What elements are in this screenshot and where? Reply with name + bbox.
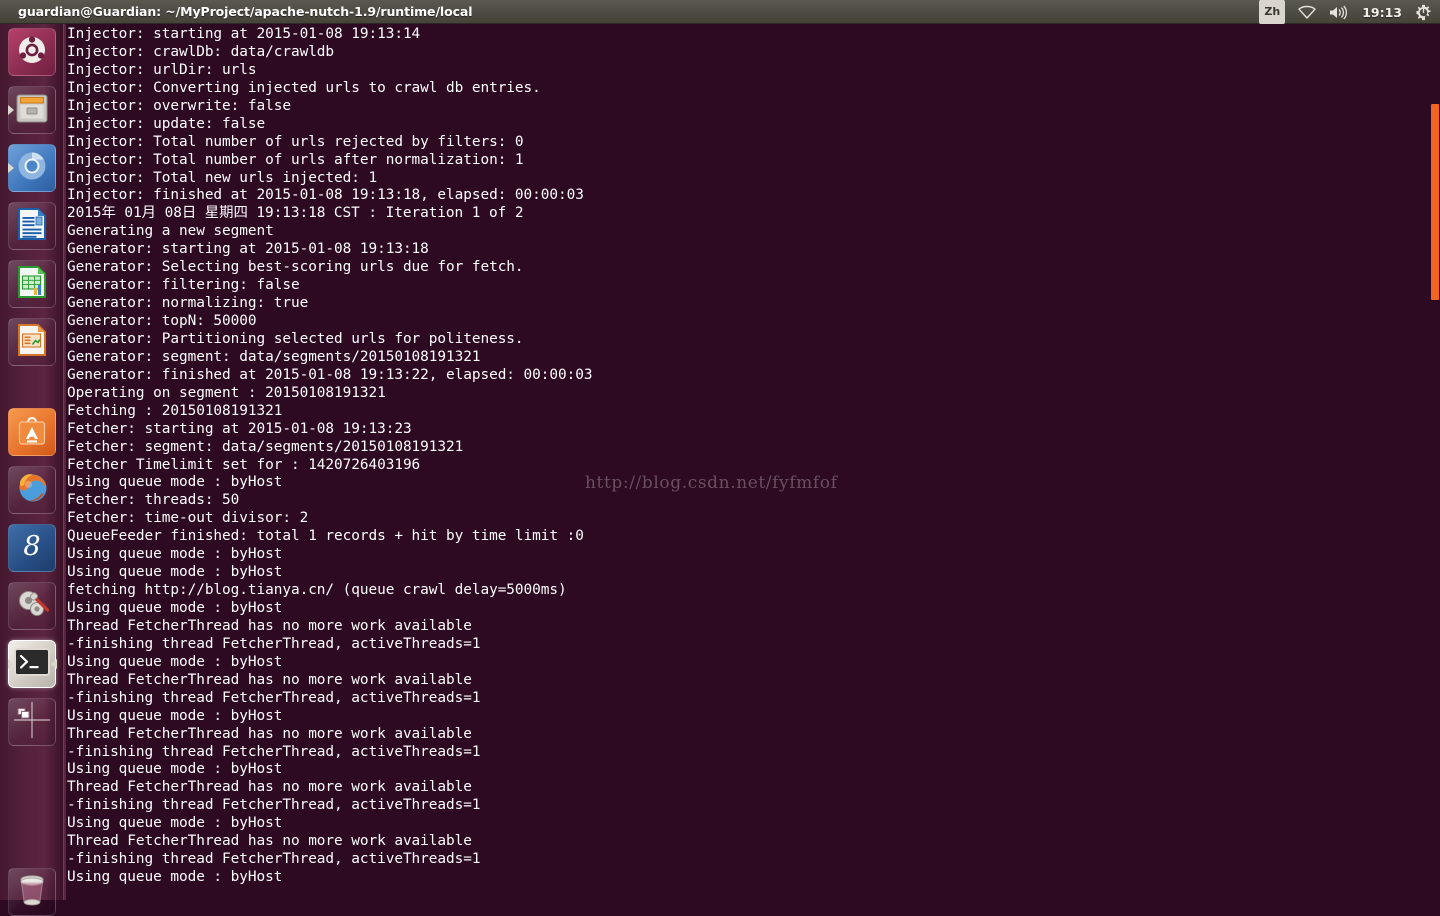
workspace-grid-icon — [12, 700, 52, 744]
launcher-item-libreoffice-writer[interactable] — [8, 202, 56, 250]
terminal-scrollbar[interactable] — [1430, 24, 1440, 900]
terminal-line: Generator: segment: data/segments/201501… — [67, 348, 481, 365]
top-panel: guardian@Guardian: ~/MyProject/apache-nu… — [0, 0, 1440, 24]
terminal-line: Fetching : 20150108191321 — [67, 402, 283, 419]
terminal-line: Generator: starting at 2015-01-08 19:13:… — [67, 241, 429, 258]
terminal-line: Fetcher: threads: 50 — [67, 492, 240, 509]
terminal-line: Generator: normalizing: true — [67, 295, 309, 312]
terminal-line: Operating on segment : 20150108191321 — [67, 384, 386, 401]
launcher-item-workspace-switcher[interactable] — [8, 698, 56, 746]
launcher-item-dash-home[interactable] — [8, 28, 56, 76]
terminal-line: Using queue mode : byHost — [67, 474, 283, 491]
terminal-line: -finishing thread FetcherThread, activeT… — [67, 743, 481, 760]
terminal-line: Using queue mode : byHost — [67, 869, 283, 886]
terminal-line: Generator: filtering: false — [67, 277, 300, 294]
terminal-line: Injector: starting at 2015-01-08 19:13:1… — [67, 26, 421, 42]
terminal-line: Injector: urlDir: urls — [67, 61, 257, 78]
focused-indicator-arrow — [51, 659, 57, 669]
terminal-line: Fetcher Timelimit set for : 142072640319… — [67, 456, 421, 473]
wifi-icon[interactable] — [1298, 0, 1316, 24]
terminal-line: Injector: overwrite: false — [67, 97, 291, 114]
indicator-area: Zh 19:13 — [1259, 0, 1432, 24]
terminal-line: Injector: Total new urls injected: 1 — [67, 169, 378, 186]
launcher-item-libreoffice-calc[interactable] — [8, 260, 56, 308]
terminal-line: Using queue mode : byHost — [67, 761, 283, 778]
unity-launcher: 8 — [0, 24, 64, 916]
terminal-line: Fetcher: segment: data/segments/20150108… — [67, 438, 464, 455]
spreadsheet-calc-icon — [16, 265, 48, 303]
terminal-left-border — [64, 24, 66, 900]
terminal-line: Fetcher: starting at 2015-01-08 19:13:23 — [67, 420, 412, 437]
launcher-item-amazon[interactable]: 8 — [8, 524, 56, 572]
document-writer-icon — [16, 207, 48, 245]
terminal-line: -finishing thread FetcherThread, activeT… — [67, 635, 481, 652]
terminal-line: Using queue mode : byHost — [67, 653, 283, 670]
ubuntu-logo-icon — [15, 33, 49, 71]
launcher-item-system-settings[interactable] — [8, 582, 56, 630]
terminal-line: Generator: Partitioning selected urls fo… — [67, 330, 524, 347]
terminal-output: Injector: starting at 2015-01-08 19:13:1… — [67, 26, 1440, 900]
launcher-item-software-center[interactable] — [8, 408, 56, 456]
terminal-window[interactable]: Injector: starting at 2015-01-08 19:13:1… — [64, 24, 1440, 900]
presentation-impress-icon — [16, 323, 48, 361]
terminal-line: Injector: Converting injected urls to cr… — [67, 79, 541, 96]
terminal-line: Thread FetcherThread has no more work av… — [67, 725, 472, 742]
terminal-line: fetching http://blog.tianya.cn/ (queue c… — [67, 582, 567, 599]
window-title: guardian@Guardian: ~/MyProject/apache-nu… — [18, 4, 473, 19]
keyboard-language-indicator[interactable]: Zh — [1259, 0, 1286, 24]
shopping-bag-a-icon — [16, 414, 48, 451]
terminal-line: Using queue mode : byHost — [67, 707, 283, 724]
terminal-line: -finishing thread FetcherThread, activeT… — [67, 851, 481, 868]
terminal-line: QueueFeeder finished: total 1 records + … — [67, 528, 584, 545]
terminal-line: Using queue mode : byHost — [67, 600, 283, 616]
trash-bin-icon — [16, 873, 48, 911]
terminal-line: Using queue mode : byHost — [67, 546, 283, 563]
terminal-line: Fetcher: time-out divisor: 2 — [67, 510, 309, 527]
launcher-item-files[interactable] — [8, 86, 56, 134]
launcher-item-terminal[interactable] — [8, 640, 57, 688]
terminal-line: Using queue mode : byHost — [67, 564, 283, 581]
terminal-line: Generator: topN: 50000 — [67, 313, 257, 329]
clock-indicator[interactable]: 19:13 — [1362, 0, 1402, 24]
terminal-line: -finishing thread FetcherThread, activeT… — [67, 689, 481, 706]
terminal-line: Injector: Total number of urls after nor… — [67, 151, 524, 168]
terminal-line: Injector: finished at 2015-01-08 19:13:1… — [67, 187, 584, 204]
chromium-icon — [15, 149, 49, 187]
terminal-line: Injector: update: false — [67, 115, 266, 132]
gear-power-icon[interactable] — [1415, 0, 1432, 24]
launcher-item-trash[interactable] — [8, 868, 56, 916]
terminal-line: Using queue mode : byHost — [67, 815, 283, 832]
running-indicator-arrow — [8, 163, 14, 173]
launcher-item-chromium[interactable] — [8, 144, 56, 192]
firefox-icon — [14, 470, 50, 510]
number-eight-icon: 8 — [15, 529, 49, 567]
terminal-line: Injector: crawlDb: data/crawldb — [67, 43, 335, 60]
terminal-line: -finishing thread FetcherThread, activeT… — [67, 797, 481, 814]
file-cabinet-icon — [14, 91, 50, 129]
terminal-line: Generator: Selecting best-scoring urls d… — [67, 259, 524, 276]
volume-icon[interactable] — [1329, 0, 1349, 24]
svg-text:8: 8 — [23, 531, 40, 562]
terminal-line: Thread FetcherThread has no more work av… — [67, 671, 472, 688]
terminal-line: Generator: finished at 2015-01-08 19:13:… — [67, 366, 593, 383]
terminal-line: Thread FetcherThread has no more work av… — [67, 779, 472, 796]
scrollbar-thumb[interactable] — [1431, 104, 1439, 300]
launcher-item-firefox[interactable] — [8, 466, 56, 514]
terminal-line: 2015年 01月 08日 星期四 19:13:18 CST : Iterati… — [67, 205, 524, 222]
terminal-line: Thread FetcherThread has no more work av… — [67, 833, 472, 850]
launcher-item-libreoffice-impress[interactable] — [8, 318, 56, 366]
terminal-prompt-icon — [14, 648, 50, 680]
terminal-line: Generating a new segment — [67, 223, 274, 240]
terminal-line: Injector: Total number of urls rejected … — [67, 133, 524, 150]
gear-wrench-icon — [15, 587, 50, 625]
terminal-line: Thread FetcherThread has no more work av… — [67, 617, 472, 634]
